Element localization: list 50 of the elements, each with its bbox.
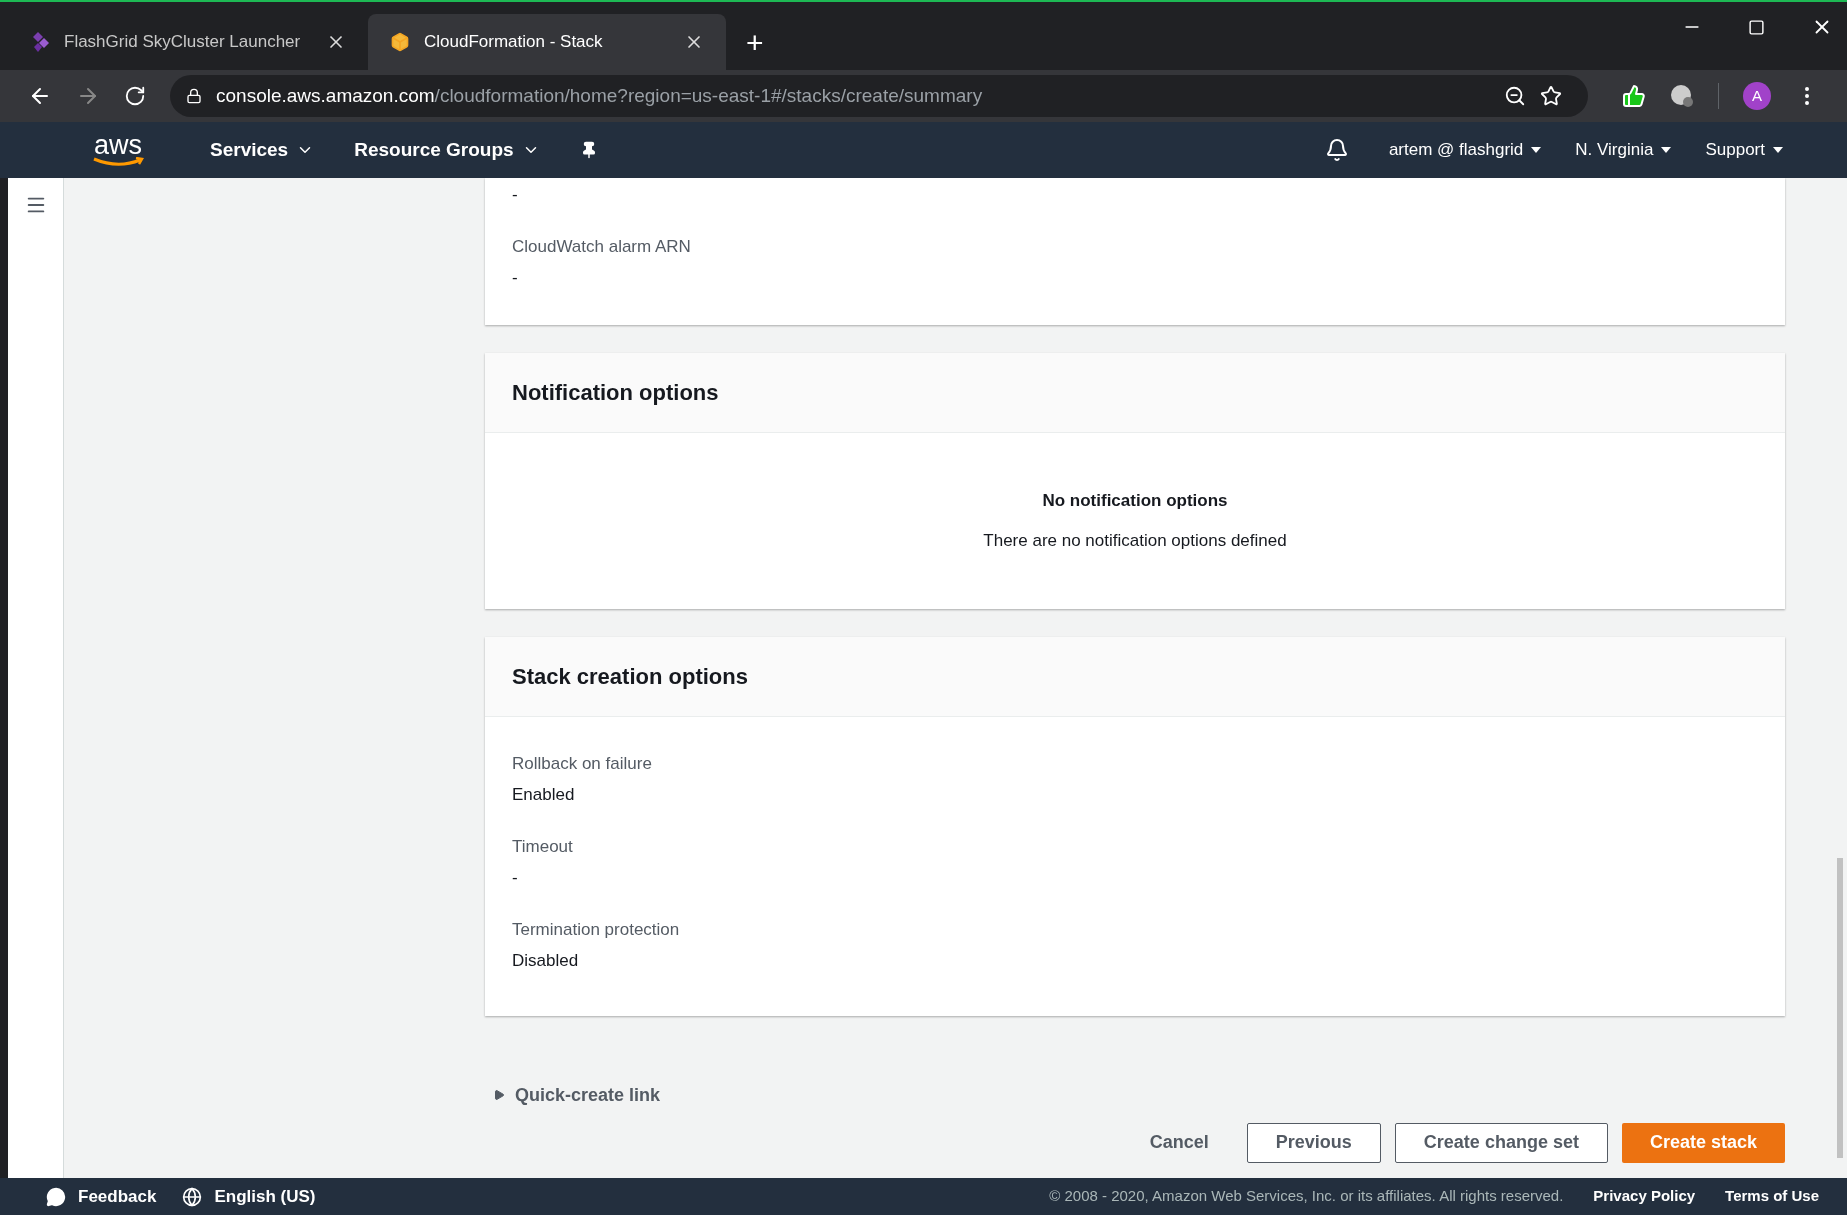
action-button[interactable]: Previous xyxy=(1246,1122,1381,1163)
action-button[interactable]: Create change set xyxy=(1394,1122,1608,1163)
field-value: Enabled xyxy=(512,784,576,806)
address-bar[interactable]: console.aws.amazon.com/cloudformation/home?region=us-east-1#/stacks/create/summary xyxy=(170,75,1588,117)
support-menu[interactable]: Support xyxy=(1705,137,1783,163)
card-title: Notification options xyxy=(512,378,719,407)
action-button[interactable]: Cancel xyxy=(1125,1122,1233,1163)
field-label: Termination protection xyxy=(512,918,681,941)
copyright-text: © 2008 - 2020, Amazon Web Services, Inc. or its affiliates. All rights reserved. xyxy=(1049,1186,1564,1207)
field-value: Disabled xyxy=(512,950,580,972)
globe-icon xyxy=(182,1186,203,1207)
language-link[interactable]: English (US) xyxy=(214,1183,316,1210)
footer-link[interactable]: Privacy Policy xyxy=(1593,1185,1696,1208)
caret-icon xyxy=(493,1089,505,1101)
footer-link[interactable]: Terms of Use xyxy=(1725,1185,1819,1208)
aws-logo[interactable]: aws xyxy=(90,133,146,167)
quick-create-toggle[interactable]: Quick-create link xyxy=(493,1081,661,1109)
field-value: - xyxy=(512,184,519,206)
field-value: - xyxy=(512,867,519,889)
extension-icon[interactable] xyxy=(1670,84,1694,108)
new-tab-button[interactable]: + xyxy=(726,14,784,70)
browser-tab[interactable]: CloudFormation - Stack xyxy=(368,14,726,70)
empty-title: No notification options xyxy=(1042,490,1228,512)
feedback-link[interactable]: Feedback xyxy=(78,1183,157,1210)
zoom-out-icon[interactable] xyxy=(1504,85,1526,107)
region-menu[interactable]: N. Virginia xyxy=(1575,137,1672,163)
profile-avatar[interactable]: A xyxy=(1743,82,1771,110)
reload-icon[interactable] xyxy=(124,85,146,107)
field-label: Rollback on failure xyxy=(512,752,653,775)
lock-icon xyxy=(186,88,202,104)
nav-menu[interactable]: Services xyxy=(210,135,315,165)
field-value: - xyxy=(512,267,519,289)
url-text: console.aws.amazon.com/cloudformation/home?region=us-east-1#/stacks/create/summary xyxy=(216,83,984,108)
card-title: Stack creation options xyxy=(512,662,748,691)
account-menu[interactable]: artem @ flashgrid xyxy=(1388,137,1542,163)
cube-icon xyxy=(390,32,410,52)
caret-icon xyxy=(1661,147,1672,153)
star-icon[interactable] xyxy=(1540,85,1562,107)
field-label: CloudWatch alarm ARN xyxy=(512,235,692,258)
diamonds-icon xyxy=(32,32,50,52)
thumbs-up-icon[interactable] xyxy=(1622,84,1646,108)
speech-bubble-icon xyxy=(46,1186,66,1207)
empty-text: There are no notification options defined xyxy=(983,529,1287,552)
caret-icon xyxy=(1531,147,1542,153)
browser-tab[interactable]: FlashGrid SkyCluster Launcher xyxy=(10,14,368,70)
field-label: Timeout xyxy=(512,835,574,858)
maximize-icon[interactable] xyxy=(1748,18,1765,36)
nav-menu[interactable]: Resource Groups xyxy=(354,135,540,165)
caret-icon xyxy=(1773,147,1783,153)
bell-icon[interactable] xyxy=(1324,138,1349,162)
